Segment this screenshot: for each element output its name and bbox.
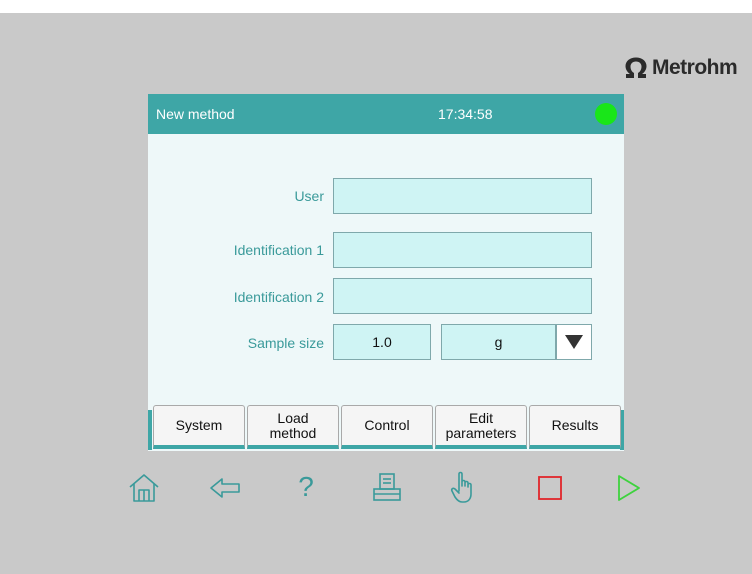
triangle-down-icon bbox=[565, 335, 583, 349]
tab-results[interactable]: Results bbox=[529, 405, 621, 449]
device-screen: New method 17:34:58 User Identification … bbox=[148, 94, 624, 451]
identification1-input[interactable] bbox=[333, 232, 592, 268]
tab-bar: System Load method Control Edit paramete… bbox=[148, 403, 624, 451]
tab-edit-parameters-label: Edit parameters bbox=[445, 409, 517, 441]
home-icon bbox=[129, 474, 159, 502]
stop-button[interactable] bbox=[530, 468, 570, 508]
tab-system[interactable]: System bbox=[153, 405, 245, 449]
sample-unit-dropdown-button[interactable] bbox=[556, 324, 592, 360]
print-icon bbox=[373, 473, 401, 501]
print-button[interactable] bbox=[367, 468, 407, 508]
start-button[interactable] bbox=[607, 468, 647, 508]
back-button[interactable] bbox=[205, 468, 245, 508]
logo-text: Metrohm bbox=[652, 56, 738, 79]
tab-bar-left-edge bbox=[148, 410, 152, 450]
sample-size-input[interactable]: 1.0 bbox=[333, 324, 431, 360]
home-button[interactable] bbox=[124, 468, 164, 508]
tab-load-method[interactable]: Load method bbox=[247, 405, 339, 449]
tab-edit-parameters[interactable]: Edit parameters bbox=[435, 405, 527, 449]
identification1-label: Identification 1 bbox=[233, 242, 324, 258]
manual-control-button[interactable] bbox=[443, 467, 483, 507]
metrohm-logo: Metrohm bbox=[624, 54, 738, 82]
top-strip bbox=[0, 0, 752, 13]
svg-text:?: ? bbox=[298, 471, 314, 502]
manual-control-icon bbox=[450, 471, 472, 503]
back-arrow-icon bbox=[210, 478, 240, 498]
identification2-label: Identification 2 bbox=[233, 289, 324, 305]
help-icon: ? bbox=[298, 471, 314, 502]
sample-size-label: Sample size bbox=[247, 335, 324, 351]
omega-logo-icon bbox=[625, 57, 647, 78]
title-bar: New method 17:34:58 bbox=[148, 94, 624, 134]
tab-load-method-label: Load method bbox=[269, 409, 317, 441]
help-button[interactable]: ? bbox=[286, 466, 326, 506]
user-label: User bbox=[294, 188, 324, 204]
screen-title: New method bbox=[156, 106, 235, 122]
clock: 17:34:58 bbox=[438, 106, 493, 122]
user-input[interactable] bbox=[333, 178, 592, 214]
stop-icon bbox=[538, 476, 562, 500]
status-indicator bbox=[595, 103, 617, 125]
identification2-input[interactable] bbox=[333, 278, 592, 314]
tab-control[interactable]: Control bbox=[341, 405, 433, 449]
start-icon bbox=[618, 475, 640, 501]
sample-unit-select[interactable]: g bbox=[441, 324, 556, 360]
